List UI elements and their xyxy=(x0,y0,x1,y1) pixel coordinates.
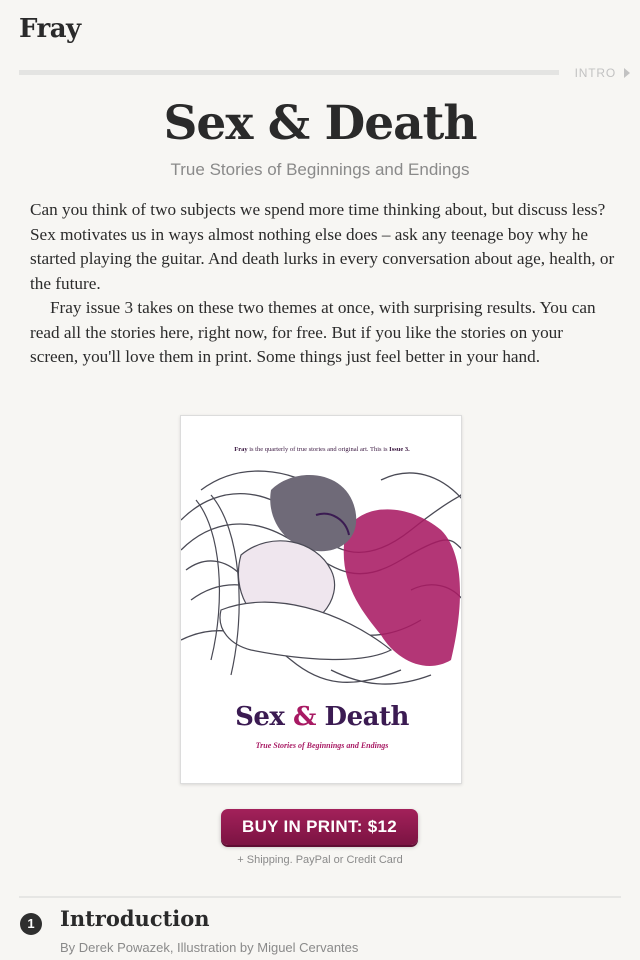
cover-title-ampersand: & xyxy=(292,702,316,732)
cover-tagline-brand: Fray xyxy=(234,446,248,453)
cover-subtitle: True Stories of Beginnings and Endings xyxy=(255,741,389,750)
intro-text: Can you think of two subjects we spend m… xyxy=(30,198,615,370)
cover-title-word: Death xyxy=(315,702,410,732)
cover-title: Sex & Death xyxy=(181,702,461,732)
buy-in-print-button[interactable]: BUY IN PRINT: $12 xyxy=(221,809,418,845)
app-logo[interactable]: Fray xyxy=(19,14,81,44)
page-subtitle: True Stories of Beginnings and Endings xyxy=(170,160,470,179)
triangle-right-icon[interactable] xyxy=(624,68,630,78)
intro-paragraph: Fray issue 3 takes on these two themes a… xyxy=(30,298,596,366)
cover-tagline-issue: Issue 3. xyxy=(389,446,410,453)
section-progress-rule xyxy=(19,70,559,75)
cover-tagline-text: is the quarterly of true stories and ori… xyxy=(247,446,390,453)
chapter-title-link[interactable]: Introduction xyxy=(60,906,210,931)
chapter-byline: By Derek Powazek, Illustration by Miguel… xyxy=(60,940,359,955)
intro-paragraph: Can you think of two subjects we spend m… xyxy=(30,200,615,293)
chapter-number-badge: 1 xyxy=(20,913,42,935)
cover-title-word: Sex xyxy=(235,702,293,732)
divider xyxy=(19,896,621,898)
book-cover-image: Fray is the quarterly of true stories an… xyxy=(180,415,462,784)
shipping-note: + Shipping. PayPal or Credit Card xyxy=(237,854,403,866)
page-title: Sex & Death xyxy=(163,96,477,151)
section-indicator[interactable]: INTRO xyxy=(19,66,630,80)
cover-illustration xyxy=(181,470,461,685)
section-label: INTRO xyxy=(574,66,616,80)
cover-tagline: Fray is the quarterly of true stories an… xyxy=(181,446,461,453)
